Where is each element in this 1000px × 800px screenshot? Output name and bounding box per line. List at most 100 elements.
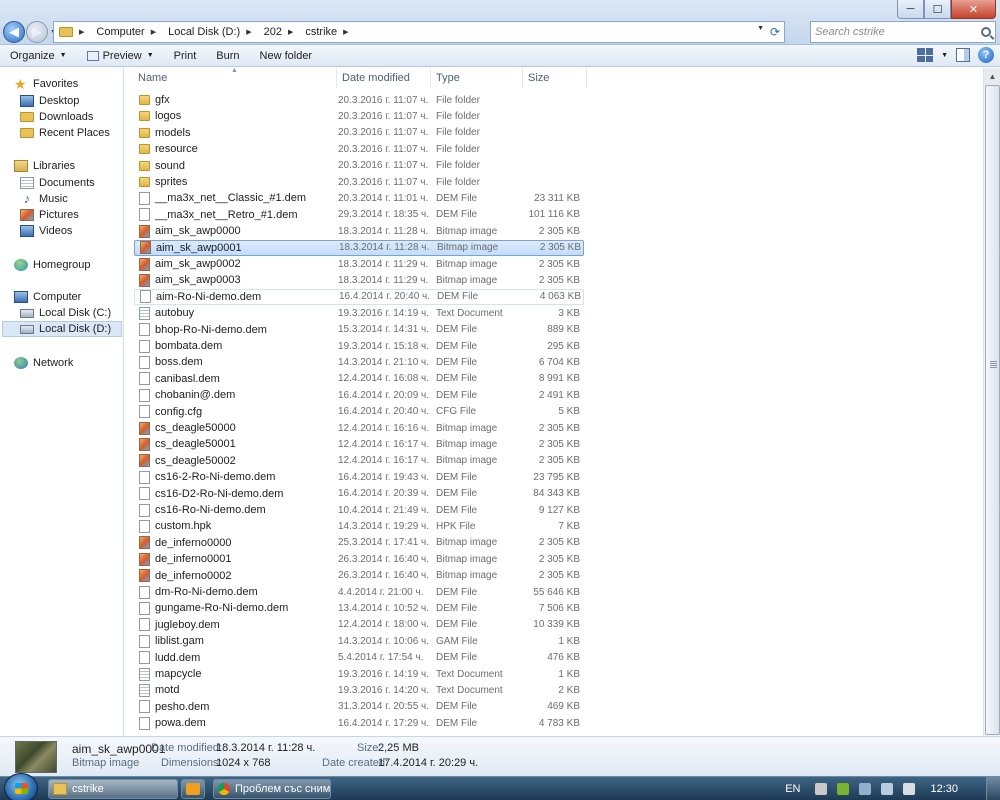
vertical-scrollbar[interactable]: ▲ [983,68,1000,736]
file-name-cell[interactable]: chobanin@.dem [134,388,338,402]
file-row[interactable]: config.cfg 16.4.2014 г. 20:40 ч. CFG File 5… [134,404,584,420]
language-indicator[interactable]: EN [785,783,800,795]
file-row[interactable]: cs16-D2-Ro-Ni-demo.dem 16.4.2014 г. 20:39… [134,486,584,502]
address-dropdown-icon[interactable]: ▼ [757,25,764,32]
file-name-cell[interactable]: aim_sk_awp0002 [134,257,338,271]
file-name-cell[interactable]: boss.dem [134,355,338,369]
file-name-cell[interactable]: cs_deagle50001 [134,437,338,451]
taskbar-item-chrome[interactable]: Проблем със сним... [213,779,331,799]
breadcrumb-202[interactable]: 202 ▶ [264,26,306,38]
search-box[interactable]: Search cstrike [810,21,996,43]
file-row[interactable]: cs_deagle50001 12.4.2014 г. 16:17 ч. Bitma… [134,436,584,452]
close-button[interactable]: ✕ [951,0,996,19]
file-row[interactable]: aim-Ro-Ni-demo.dem 16.4.2014 г. 20:40 ч. D… [134,288,584,305]
file-name-cell[interactable]: bombata.dem [134,339,338,353]
file-name-cell[interactable]: gfx [134,94,338,106]
file-row[interactable]: cs_deagle50002 12.4.2014 г. 16:17 ч. Bitma… [134,453,584,469]
print-button[interactable]: Print [164,46,207,66]
chevron-right-icon[interactable]: ▶ [79,28,84,36]
file-row[interactable]: powa.dem 16.4.2014 г. 17:29 ч. DEM File 4 7… [134,715,584,731]
file-row[interactable]: dm-Ro-Ni-demo.dem 4.4.2014 г. 21:00 ч. DEM… [134,584,584,600]
file-row[interactable]: custom.hpk 14.3.2014 г. 19:29 ч. HPK File 7… [134,518,584,534]
file-row[interactable]: gfx 20.3.2016 г. 11:07 ч. File folder [134,92,584,108]
file-name-cell[interactable]: gungame-Ro-Ni-demo.dem [134,601,338,615]
file-row[interactable]: aim_sk_awp0002 18.3.2014 г. 11:29 ч. Bitma… [134,256,584,272]
file-name-cell[interactable]: motd [134,683,338,697]
file-row[interactable]: resource 20.3.2016 г. 11:07 ч. File folder [134,141,584,157]
file-row[interactable]: motd 19.3.2016 г. 14:20 ч. Text Document 2 … [134,682,584,698]
back-button[interactable]: ◀ [3,21,25,43]
sidebar-item-documents[interactable]: Documents [20,175,95,191]
file-row[interactable]: aim_sk_awp0001 18.3.2014 г. 11:28 ч. Bitma… [134,239,584,256]
file-row[interactable]: models 20.3.2016 г. 11:07 ч. File folder [134,125,584,141]
file-row[interactable]: bhop-Ro-Ni-demo.dem 15.3.2014 г. 14:31 ч.… [134,322,584,338]
flag-icon[interactable] [859,783,872,795]
file-name-cell[interactable]: custom.hpk [134,519,338,533]
tray-app-icon[interactable] [815,783,828,795]
file-row[interactable]: de_inferno0000 25.3.2014 г. 17:41 ч. Bitma… [134,535,584,551]
breadcrumb-label[interactable]: Local Disk (D:) [168,26,240,38]
scrollbar-thumb[interactable] [985,85,1000,735]
sidebar-item-homegroup[interactable]: Homegroup [14,257,90,273]
file-row[interactable]: cs16-2-Ro-Ni-demo.dem 16.4.2014 г. 19:43 … [134,469,584,485]
scroll-up-arrow-icon[interactable]: ▲ [984,68,1000,85]
file-row[interactable]: canibasl.dem 12.4.2014 г. 16:08 ч. DEM Fil… [134,371,584,387]
preview-pane-icon[interactable] [956,48,970,62]
file-name-cell[interactable]: __ma3x_net__Retro_#1.dem [134,208,338,222]
file-name-cell[interactable]: resource [134,143,338,155]
file-name-cell[interactable]: logos [134,110,338,122]
sidebar-item-videos[interactable]: Videos [20,223,72,239]
file-name-cell[interactable]: ludd.dem [134,651,338,665]
file-name-cell[interactable]: mapcycle [134,667,338,681]
file-name-cell[interactable]: cs16-D2-Ro-Ni-demo.dem [134,487,338,501]
file-row[interactable]: cs16-Ro-Ni-demo.dem 10.4.2014 г. 21:49 ч.… [134,502,584,518]
file-name-cell[interactable]: bhop-Ro-Ni-demo.dem [134,323,338,337]
breadcrumb-label[interactable]: 202 [264,26,282,38]
breadcrumb-computer[interactable]: Computer ▶ [96,26,168,38]
file-name-cell[interactable]: aim-Ro-Ni-demo.dem [135,290,339,304]
taskbar-item-media-player[interactable] [181,779,205,799]
search-input[interactable]: Search cstrike [815,26,885,38]
chevron-right-icon[interactable]: ▶ [288,28,293,36]
file-row[interactable]: de_inferno0002 26.3.2014 г. 16:40 ч. Bitma… [134,568,584,584]
burn-button[interactable]: Burn [206,46,249,66]
sidebar-item-local-disk-c[interactable]: Local Disk (C:) [20,305,111,321]
file-name-cell[interactable]: sprites [134,176,338,188]
file-name-cell[interactable]: cs_deagle50000 [134,421,338,435]
file-name-cell[interactable]: de_inferno0002 [134,569,338,583]
file-name-cell[interactable]: __ma3x_net__Classic_#1.dem [134,191,338,205]
chevron-right-icon[interactable]: ▶ [343,28,348,36]
sidebar-item-pictures[interactable]: Pictures [20,207,79,223]
volume-icon[interactable] [903,783,916,795]
file-name-cell[interactable]: cs16-2-Ro-Ni-demo.dem [134,470,338,484]
preview-button[interactable]: Preview ▼ [77,46,164,66]
file-name-cell[interactable]: de_inferno0000 [134,536,338,550]
file-row[interactable]: autobuy 19.3.2016 г. 14:19 ч. Text Documen… [134,305,584,321]
file-row[interactable]: de_inferno0001 26.3.2014 г. 16:40 ч. Bitma… [134,551,584,567]
column-header-type[interactable]: Type [431,68,523,88]
file-row[interactable]: logos 20.3.2016 г. 11:07 ч. File folder [134,108,584,124]
file-name-cell[interactable]: aim_sk_awp0003 [134,273,338,287]
refresh-icon[interactable]: ⟳ [770,25,780,39]
file-row[interactable]: liblist.gam 14.3.2014 г. 10:06 ч. GAM File… [134,633,584,649]
sidebar-item-music[interactable]: ♪ Music [20,191,68,207]
chevron-right-icon[interactable]: ▶ [246,28,251,36]
chevron-right-icon[interactable]: ▶ [151,28,156,36]
file-row[interactable]: sound 20.3.2016 г. 11:07 ч. File folder [134,158,584,174]
file-row[interactable]: aim_sk_awp0003 18.3.2014 г. 11:29 ч. Bitma… [134,272,584,288]
clock[interactable]: 12:30 [930,783,958,795]
help-icon[interactable]: ? [978,47,994,63]
network-icon[interactable] [881,783,894,795]
file-name-cell[interactable]: powa.dem [134,716,338,730]
sidebar-item-libraries[interactable]: Libraries [14,158,75,174]
file-row[interactable]: sprites 20.3.2016 г. 11:07 ч. File folder [134,174,584,190]
nvidia-icon[interactable] [837,783,850,795]
file-name-cell[interactable]: jugleboy.dem [134,618,338,632]
file-name-cell[interactable]: dm-Ro-Ni-demo.dem [134,585,338,599]
new-folder-button[interactable]: New folder [250,46,323,66]
file-row[interactable]: cs_deagle50000 12.4.2014 г. 16:16 ч. Bitma… [134,420,584,436]
view-dropdown-icon[interactable]: ▼ [941,52,948,59]
file-name-cell[interactable]: models [134,127,338,139]
file-name-cell[interactable]: pesho.dem [134,700,338,714]
start-button[interactable] [4,773,38,800]
